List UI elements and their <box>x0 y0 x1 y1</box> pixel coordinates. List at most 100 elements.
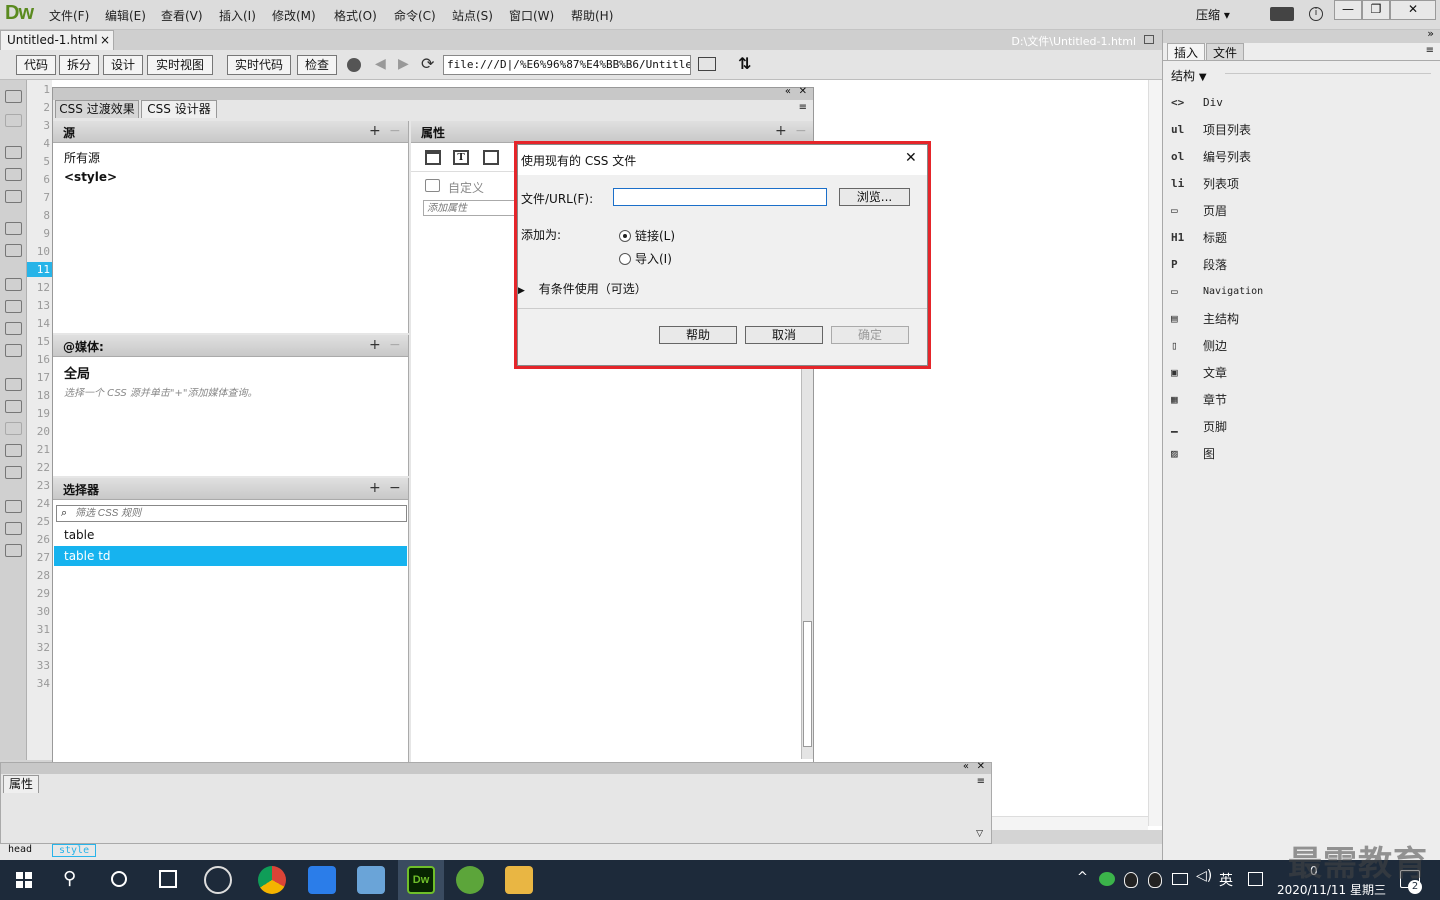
qq-icon[interactable] <box>1148 872 1162 888</box>
volume-icon[interactable]: ◁) <box>1196 868 1212 884</box>
line-numbers-icon[interactable] <box>5 278 22 291</box>
remove-property-button[interactable]: − <box>795 123 807 139</box>
insert-item-navigation[interactable]: ▭ Navigation <box>1171 281 1263 301</box>
insert-item-header[interactable]: ▭ 页眉 <box>1171 200 1227 220</box>
open-documents-icon[interactable] <box>5 90 22 103</box>
menu-site[interactable]: 站点(S) <box>452 7 493 24</box>
file-explorer-icon[interactable] <box>505 866 533 894</box>
menu-edit[interactable]: 编辑(E) <box>105 7 146 24</box>
category-dropdown[interactable]: 结构 ▼ <box>1171 67 1207 84</box>
collapse-tag-icon[interactable] <box>5 146 22 159</box>
remove-selector-button[interactable]: − <box>389 480 401 496</box>
pinwheel-app-icon[interactable] <box>204 866 232 894</box>
insert-item-article[interactable]: ▣ 文章 <box>1171 362 1227 382</box>
collapse-panel-icon[interactable]: « <box>785 86 791 97</box>
menu-modify[interactable]: 修改(M) <box>272 7 316 24</box>
windows-start-icon[interactable] <box>16 872 32 888</box>
chrome-icon[interactable] <box>258 866 286 894</box>
network-icon[interactable] <box>1172 873 1188 885</box>
notepad-icon[interactable] <box>357 866 385 894</box>
insert-item-figure[interactable]: ▨ 图 <box>1171 443 1215 463</box>
menu-view[interactable]: 查看(V) <box>161 7 203 24</box>
properties-scrollbar[interactable] <box>801 361 813 759</box>
selector-item-table-td[interactable]: table td <box>54 546 407 566</box>
word-wrap-icon[interactable] <box>5 322 22 335</box>
insert-item-aside[interactable]: ▯ 侧边 <box>1171 335 1227 355</box>
insert-item-footer[interactable]: ▁ 页脚 <box>1171 416 1227 436</box>
remove-media-button[interactable]: − <box>389 337 401 353</box>
search-icon[interactable]: ⚲ <box>63 868 76 889</box>
conditional-toggle[interactable]: ▶ 有条件使用（可选） <box>518 280 647 297</box>
link-radio[interactable]: 链接(L) <box>619 227 675 244</box>
insert-item-section[interactable]: ▦ 章节 <box>1171 389 1227 409</box>
code-view-button[interactable]: 代码 <box>16 55 56 75</box>
syntax-error-icon[interactable] <box>5 344 22 357</box>
collapse-selection-icon[interactable] <box>5 168 22 181</box>
menu-format[interactable]: 格式(O) <box>334 7 377 24</box>
tab-css-transitions[interactable]: CSS 过渡效果 <box>55 100 139 118</box>
add-source-button[interactable]: + <box>369 123 381 139</box>
task-view-icon[interactable] <box>159 870 177 888</box>
insert-item-unordered-list[interactable]: ul 项目列表 <box>1171 119 1251 139</box>
border-icon[interactable] <box>483 150 499 165</box>
live-view-button[interactable]: 实时视图 <box>147 55 213 75</box>
close-icon[interactable]: × <box>100 33 110 47</box>
close-icon[interactable]: ✕ <box>799 86 807 97</box>
design-view-button[interactable]: 设计 <box>103 55 143 75</box>
selector-filter-input[interactable] <box>75 507 395 520</box>
dreamweaver-taskbar-icon[interactable]: Dw <box>407 866 435 894</box>
panel-menu-icon[interactable]: ≡ <box>799 102 807 113</box>
indent-icon[interactable] <box>5 500 22 513</box>
insert-item-paragraph[interactable]: P 段落 <box>1171 254 1227 274</box>
back-arrow-icon[interactable]: ◀ <box>375 56 386 72</box>
wechat-icon[interactable] <box>1099 872 1115 886</box>
radio-checked-icon[interactable] <box>619 229 631 242</box>
editor-vertical-scrollbar[interactable] <box>1148 80 1162 826</box>
cancel-button[interactable]: 取消 <box>745 326 823 344</box>
text-icon[interactable]: T <box>453 150 469 165</box>
import-radio[interactable]: 导入(I) <box>619 250 672 267</box>
insert-item-list-item[interactable]: li 列表项 <box>1171 173 1239 193</box>
add-selector-button[interactable]: + <box>369 480 381 496</box>
recent-snippets-icon[interactable] <box>5 444 22 457</box>
format-source-icon[interactable] <box>5 544 22 557</box>
wps-writer-icon[interactable] <box>308 866 336 894</box>
selector-filter[interactable]: ⌕ <box>56 505 407 522</box>
menu-window[interactable]: 窗口(W) <box>509 7 554 24</box>
cortana-icon[interactable] <box>111 871 127 887</box>
live-code-button[interactable]: 实时代码 <box>227 55 291 75</box>
expand-icon[interactable]: ▽ <box>976 829 983 839</box>
file-management-icon[interactable]: ⇅ <box>738 54 751 73</box>
ok-button[interactable]: 确定 <box>831 326 909 344</box>
document-tab[interactable]: Untitled-1.html × <box>0 30 114 50</box>
select-parent-tag-icon[interactable] <box>5 222 22 235</box>
browse-button[interactable]: 浏览... <box>839 188 910 206</box>
apply-comment-icon[interactable] <box>5 378 22 391</box>
insert-item-div[interactable]: <> Div <box>1171 92 1223 112</box>
collapse-panel-icon[interactable]: « <box>963 761 969 772</box>
collapse-panel-icon[interactable]: » <box>1427 27 1434 40</box>
tag-style[interactable]: style <box>52 844 97 857</box>
add-media-button[interactable]: + <box>369 337 381 353</box>
ime-indicator[interactable]: 英 <box>1219 870 1233 890</box>
info-icon[interactable]: i <box>1309 7 1323 21</box>
globe-icon[interactable] <box>347 58 361 72</box>
tab-insert[interactable]: 插入 <box>1167 43 1205 60</box>
move-css-icon[interactable] <box>5 466 22 479</box>
melon-app-icon[interactable] <box>456 866 484 894</box>
outdent-icon[interactable] <box>5 522 22 535</box>
compress-dropdown[interactable]: 压缩 ▾ <box>1196 6 1230 23</box>
collapse-icon[interactable] <box>5 114 22 127</box>
media-global[interactable]: 全局 <box>64 363 90 382</box>
add-property-input[interactable] <box>423 200 523 216</box>
tab-properties[interactable]: 属性 <box>3 775 39 793</box>
highlight-invalid-icon[interactable] <box>5 300 22 313</box>
source-item-style[interactable]: <style> <box>64 170 117 184</box>
qq-icon[interactable] <box>1124 872 1138 888</box>
tab-files[interactable]: 文件 <box>1206 43 1244 60</box>
selector-item-table[interactable]: table <box>64 528 94 542</box>
chevron-up-icon[interactable]: ^ <box>1077 870 1088 885</box>
refresh-icon[interactable]: ⟳ <box>421 54 434 73</box>
restore-document-icon[interactable] <box>1144 35 1154 44</box>
wrap-tag-icon[interactable] <box>5 422 22 435</box>
